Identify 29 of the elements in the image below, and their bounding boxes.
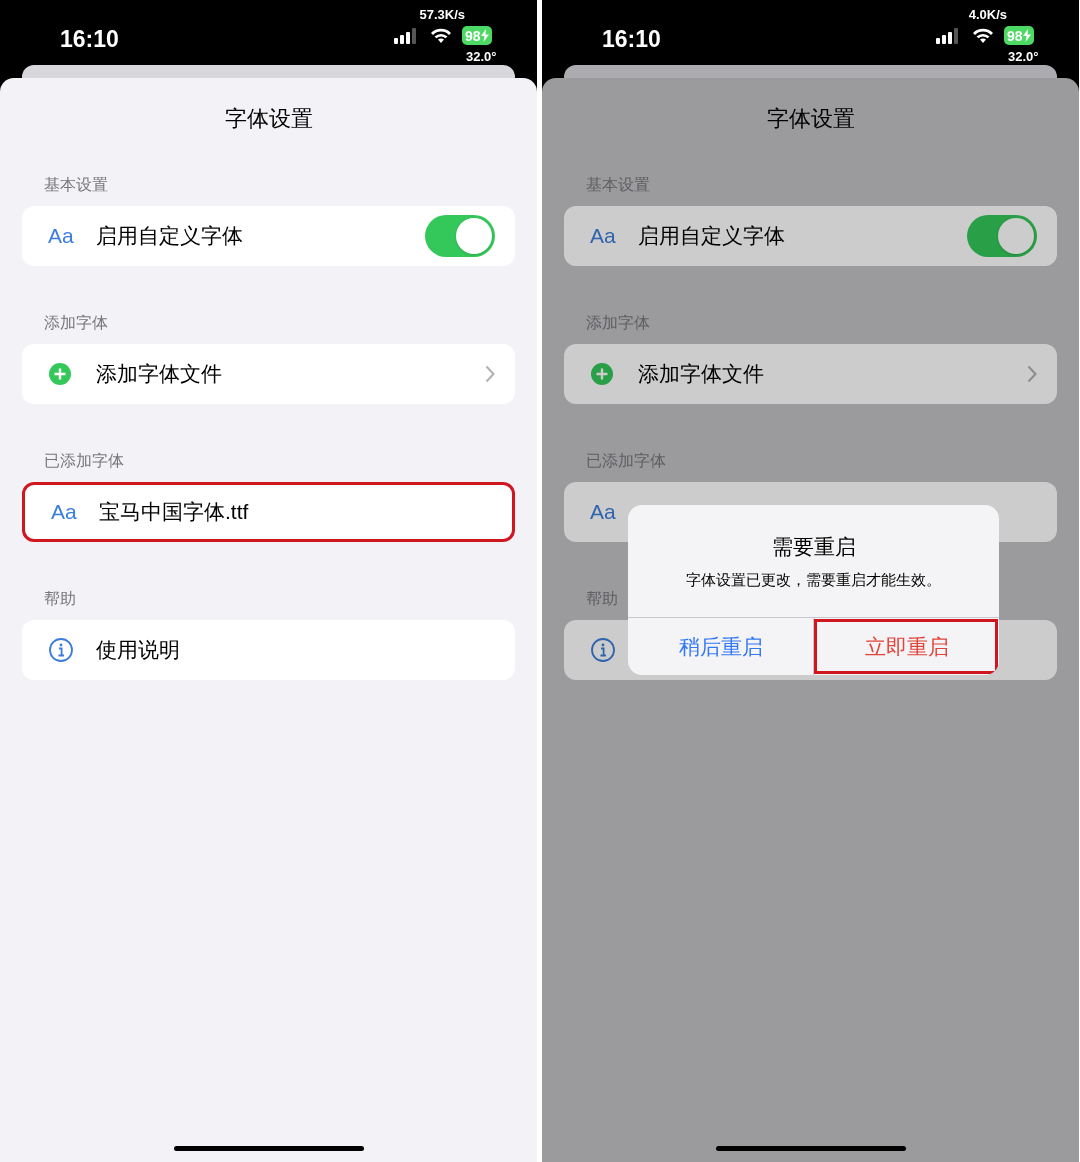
row-label: 添加字体文件 — [638, 361, 765, 388]
sheet-title: 字体设置 — [223, 105, 314, 133]
section-header: 帮助 — [586, 589, 619, 609]
temperature: 32.0° — [1008, 48, 1039, 66]
row-label: 使用说明 — [96, 637, 181, 664]
temperature: 32.0° — [466, 48, 497, 66]
row-label: 宝马中国字体.ttf — [99, 499, 250, 526]
font-icon: Aa — [51, 496, 99, 528]
network-speed: 4.0K/s — [968, 6, 1007, 24]
network-speed: 57.3K/s — [419, 6, 465, 24]
section-header: 已添加字体 — [44, 451, 125, 471]
font-icon: Aa — [48, 220, 96, 252]
alert-message: 字体设置已更改，需要重启才能生效。 — [685, 569, 942, 590]
section-header: 基本设置 — [586, 175, 651, 195]
row-label: 启用自定义字体 — [96, 223, 244, 250]
row-label: 启用自定义字体 — [638, 223, 786, 250]
status-time: 16:10 — [60, 25, 119, 54]
font-icon: Aa — [590, 496, 638, 528]
section-header: 已添加字体 — [586, 451, 667, 471]
row-label: 添加字体文件 — [96, 361, 223, 388]
battery-level: 98 — [465, 28, 481, 43]
section-header: 基本设置 — [44, 175, 109, 195]
status-time: 16:10 — [602, 25, 661, 54]
section-header: 添加字体 — [44, 313, 109, 333]
font-icon: Aa — [590, 220, 638, 252]
battery-level: 98 — [1007, 28, 1023, 43]
section-header: 帮助 — [44, 589, 77, 609]
sheet-title: 字体设置 — [765, 105, 856, 133]
section-header: 添加字体 — [586, 313, 651, 333]
